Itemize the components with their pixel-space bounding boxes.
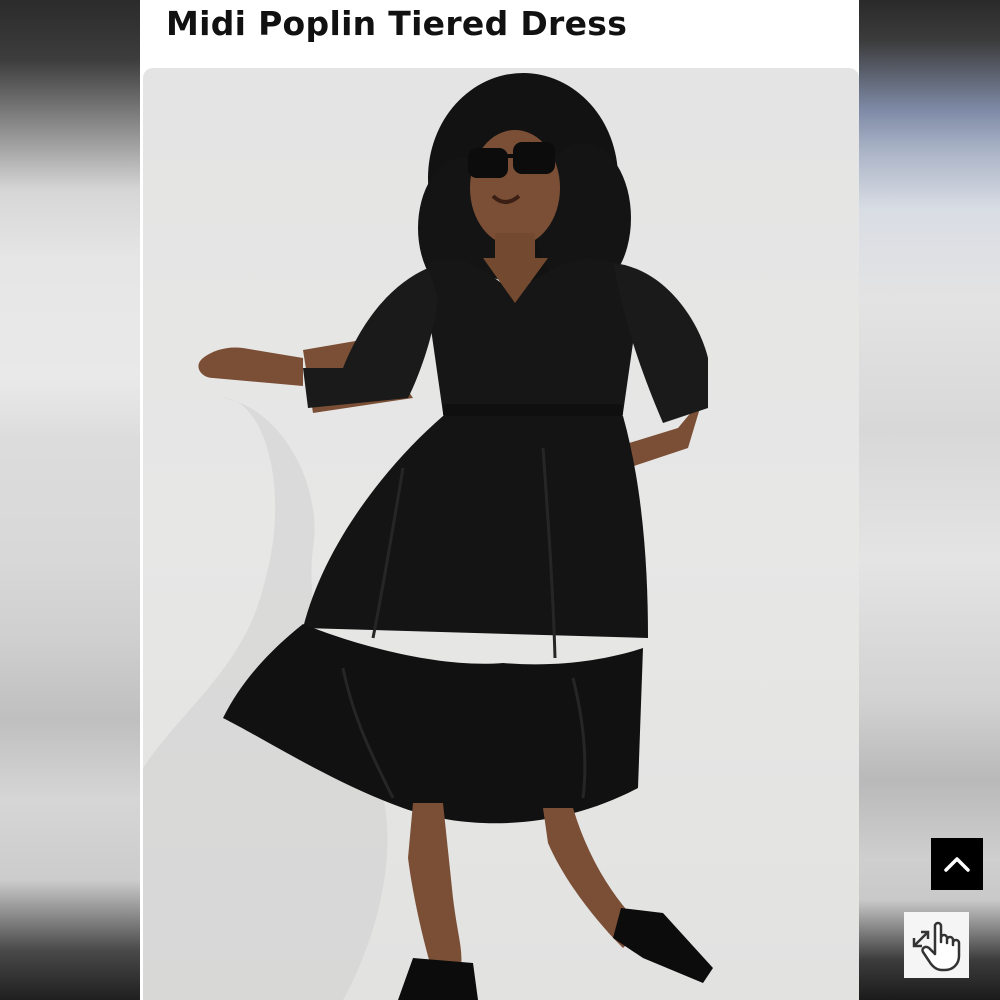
product-title: Midi Poplin Tiered Dress (166, 4, 628, 43)
zoom-image-button[interactable] (904, 912, 969, 978)
hand-pointer-expand-icon (912, 921, 960, 972)
product-card: Midi Poplin Tiered Dress (140, 0, 983, 1000)
product-image[interactable] (143, 68, 859, 1000)
viewport: Midi Poplin Tiered Dress (0, 0, 1000, 1000)
model-illustration (143, 73, 713, 1000)
scroll-to-top-button[interactable] (931, 838, 983, 890)
blurred-background-left (0, 0, 140, 1000)
chevron-up-icon (944, 857, 970, 872)
